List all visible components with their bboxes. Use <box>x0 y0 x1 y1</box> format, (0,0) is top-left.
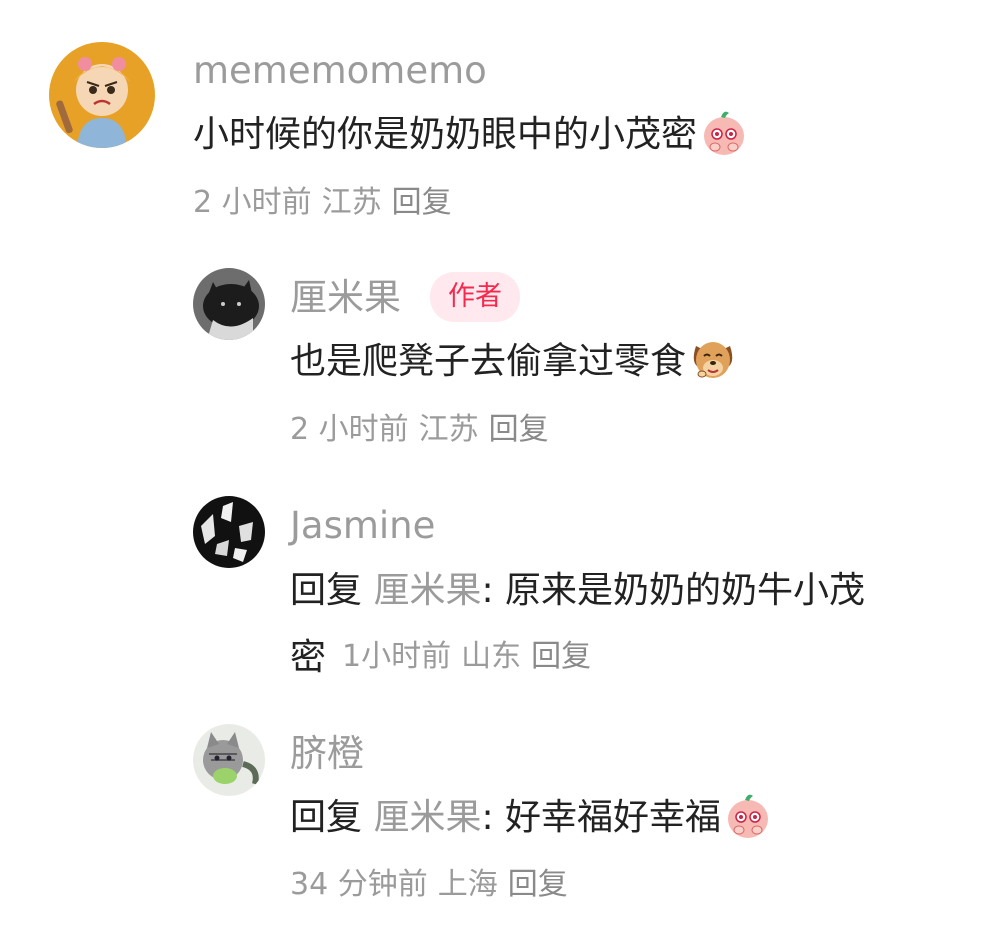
timestamp: 2 小时前 <box>290 412 409 447</box>
reply-button[interactable]: 回复 <box>489 412 549 447</box>
author-badge: 作者 <box>430 272 520 322</box>
comment-text: 也是爬凳子去偷拿过零食 <box>290 324 738 400</box>
comment-text: 回复 厘米果: 好幸福好幸福 <box>290 780 773 856</box>
reply-prefix: 回复 <box>290 797 363 838</box>
timestamp: 34 分钟前 <box>290 867 428 902</box>
comment-text-body: : 好幸福好幸福 <box>481 797 722 838</box>
mention-limiguo[interactable]: 厘米果 <box>373 797 481 838</box>
username-jasmine[interactable]: Jasmine <box>290 507 435 544</box>
timestamp: 1小时前 <box>342 639 452 674</box>
comment-text: 小时候的你是奶奶眼中的小茂密 <box>193 97 749 173</box>
mention-limiguo[interactable]: 厘米果 <box>373 570 481 611</box>
blushing-peach-emoji-icon <box>699 107 749 157</box>
username-mememomemo[interactable]: mememomemo <box>193 52 487 89</box>
comment-text-body: : 原来是奶奶的奶牛小茂 <box>481 570 866 611</box>
reply-button[interactable]: 回复 <box>392 185 452 220</box>
blushing-peach-emoji-icon <box>723 790 773 840</box>
avatar-qicheng[interactable] <box>193 724 265 796</box>
avatar-limiguo[interactable] <box>193 268 265 340</box>
tabby-cat-avatar-icon <box>193 724 265 796</box>
location: 山东 <box>461 639 522 674</box>
comment-meta: 2 小时前 江苏 回复 <box>290 415 559 445</box>
avatar-jasmine[interactable] <box>193 496 265 568</box>
timestamp: 2 小时前 <box>193 185 312 220</box>
location: 上海 <box>437 867 498 902</box>
location: 江苏 <box>321 185 382 220</box>
comment-text-body-continued: 密 <box>290 637 327 678</box>
comment-text-line2: 密 <box>290 620 326 696</box>
reply-button[interactable]: 回复 <box>531 639 591 674</box>
comment-meta: 2 小时前 江苏 回复 <box>193 188 462 218</box>
cartoon-girl-avatar-icon <box>49 42 155 148</box>
location: 江苏 <box>418 412 479 447</box>
reply-prefix: 回复 <box>290 570 363 611</box>
comment-text-body: 小时候的你是奶奶眼中的小茂密 <box>193 114 698 155</box>
avatar-mememomemo[interactable] <box>49 42 155 148</box>
abstract-bw-avatar-icon <box>193 496 265 568</box>
comment-meta: 1小时前 山东 回复 <box>342 642 601 672</box>
comment-text-body: 也是爬凳子去偷拿过零食 <box>290 341 687 382</box>
username-qicheng[interactable]: 脐橙 <box>290 735 364 772</box>
black-cat-avatar-icon <box>193 268 265 340</box>
reply-button[interactable]: 回复 <box>508 867 568 902</box>
username-limiguo[interactable]: 厘米果 <box>290 279 401 316</box>
comment-meta: 34 分钟前 上海 回复 <box>290 870 578 900</box>
drooling-dog-emoji-icon <box>688 334 738 384</box>
comment-text: 回复 厘米果: 原来是奶奶的奶牛小茂 <box>290 553 865 629</box>
